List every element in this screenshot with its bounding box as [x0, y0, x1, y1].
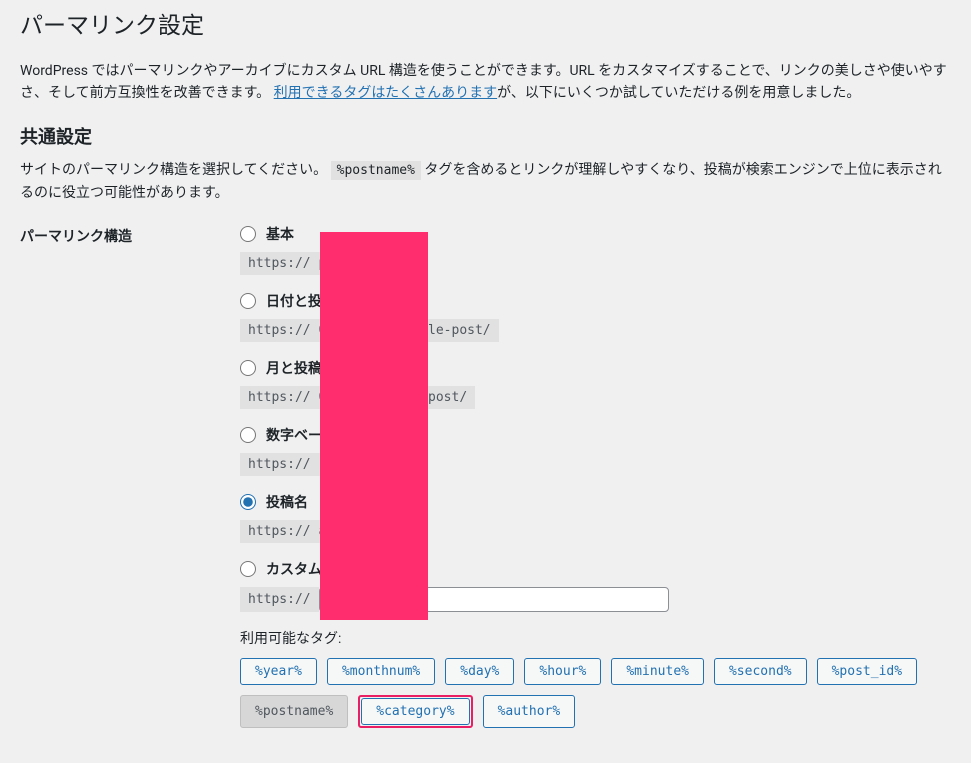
postname-code-tag: %postname%: [331, 161, 421, 180]
radio-plain[interactable]: [240, 226, 256, 242]
radio-numeric[interactable]: [240, 427, 256, 443]
label-plain[interactable]: 基本: [266, 224, 294, 244]
tag-post-id[interactable]: %post_id%: [817, 658, 917, 685]
tags-row-2: %postname% %category% %author%: [240, 695, 951, 728]
tags-row-1: %year% %monthnum% %day% %hour% %minute% …: [240, 658, 951, 685]
tag-monthnum[interactable]: %monthnum%: [327, 658, 435, 685]
tag-category-highlight: %category%: [358, 695, 472, 728]
tag-day[interactable]: %day%: [445, 658, 514, 685]
tags-help-link[interactable]: 利用できるタグはたくさんあります: [274, 85, 497, 101]
radio-custom[interactable]: [240, 561, 256, 577]
tag-year[interactable]: %year%: [240, 658, 317, 685]
common-desc-before: サイトのパーマリンク構造を選択してください。: [20, 162, 327, 178]
intro-paragraph: WordPress ではパーマリンクやアーカイブにカスタム URL 構造を使うこ…: [20, 60, 951, 105]
tag-postname[interactable]: %postname%: [240, 695, 348, 728]
permalink-structure-form: パーマリンク構造 基本 https:// p=123 日付と投稿名 https:…: [20, 224, 951, 728]
structure-options: 基本 https:// p=123 日付と投稿名 https:// 024/11…: [240, 224, 951, 728]
label-post-name[interactable]: 投稿名: [266, 492, 308, 512]
redaction-overlay: [320, 232, 428, 620]
radio-post-name[interactable]: [240, 494, 256, 510]
tag-hour[interactable]: %hour%: [524, 658, 601, 685]
custom-prefix: https://: [240, 587, 319, 612]
structure-label: パーマリンク構造: [20, 224, 240, 246]
tag-author[interactable]: %author%: [483, 695, 576, 728]
radio-day-name[interactable]: [240, 293, 256, 309]
radio-month-name[interactable]: [240, 360, 256, 376]
tag-second[interactable]: %second%: [714, 658, 807, 685]
common-settings-heading: 共通設定: [20, 123, 951, 149]
common-description: サイトのパーマリンク構造を選択してください。 %postname% タグを含める…: [20, 159, 951, 204]
page-title: パーマリンク設定: [20, 0, 951, 50]
intro-text-after: が、以下にいくつか試していただける例を用意しました。: [497, 85, 860, 101]
available-tags-label: 利用可能なタグ:: [240, 628, 951, 648]
tag-category[interactable]: %category%: [361, 698, 469, 725]
tag-minute[interactable]: %minute%: [611, 658, 704, 685]
